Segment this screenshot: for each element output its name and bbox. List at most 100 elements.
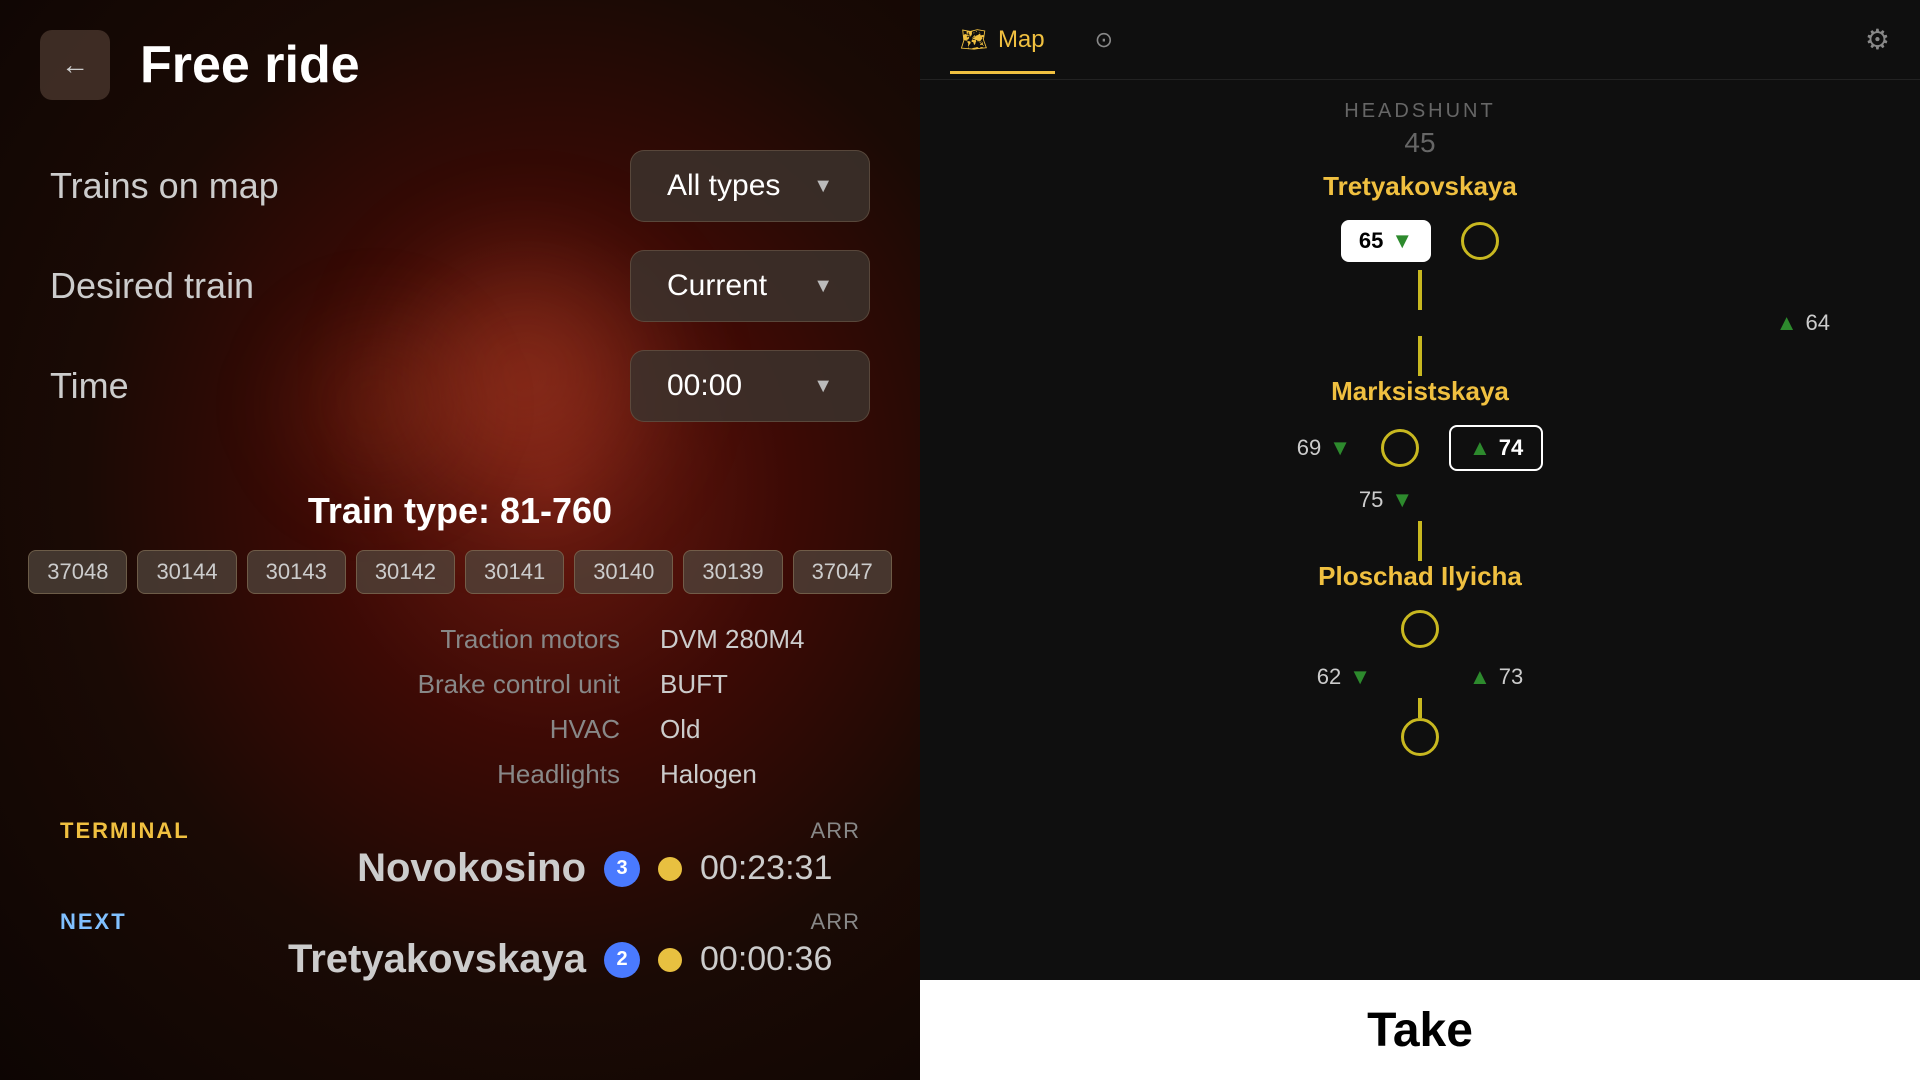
tretyakovskaya-trains-row: 65 ▼ (1341, 220, 1499, 262)
line-badge: 2 (604, 942, 640, 978)
line-segment-3 (1418, 521, 1422, 561)
left-panel: ← Free ride Trains on map All types ▼ De… (0, 0, 920, 1080)
marksistskaya-name: Marksistskaya (1331, 376, 1509, 407)
marksistskaya-trains-row-top: 69 ▼ ▲ 74 (1297, 425, 1544, 471)
spec-value: DVM 280M4 (660, 624, 840, 655)
train-type-label: Train type: 81-760 (0, 490, 920, 532)
station-marksistskaya: Marksistskaya 69 ▼ ▲ 74 75 ▼ (950, 376, 1890, 521)
train-badge-30140[interactable]: 30140 (574, 550, 673, 594)
trains-on-map-label: Trains on map (50, 165, 279, 207)
time-dropdown[interactable]: 00:00 ▼ (630, 350, 870, 422)
back-button[interactable]: ← (40, 30, 110, 100)
side-trains-64: ▲ 64 (950, 310, 1890, 336)
map-label: Map (998, 26, 1045, 54)
train-badge-30141[interactable]: 30141 (465, 550, 564, 594)
arr-time: 00:23:31 (700, 849, 860, 888)
take-button[interactable]: Take (920, 980, 1920, 1080)
train-badge-37048[interactable]: 37048 (28, 550, 127, 594)
take-button-text: Take (1367, 1003, 1473, 1058)
train-65-badge[interactable]: 65 ▼ (1341, 220, 1431, 262)
desired-train-label: Desired train (50, 265, 254, 307)
search-icon: ⊙ (1095, 27, 1113, 53)
desired-train-dropdown[interactable]: Current ▼ (630, 250, 870, 322)
schedule-type-row: NEXT ARR (60, 909, 860, 935)
ploschad-side-trains: 62 ▼ ▲ 73 (1317, 664, 1524, 690)
spec-row: HVAC Old (80, 714, 840, 745)
trains-on-map-row: Trains on map All types ▼ (50, 150, 870, 222)
trains-on-map-dropdown[interactable]: All types ▼ (630, 150, 870, 222)
line-segment-4 (1418, 698, 1422, 718)
station-name: Tretyakovskaya (288, 937, 586, 982)
time-label: Time (50, 365, 129, 407)
schedule-item: NEXT ARR Tretyakovskaya 2 00:00:36 (60, 909, 860, 982)
spec-key: Traction motors (440, 624, 620, 655)
train-badge-30139[interactable]: 30139 (683, 550, 782, 594)
nav-search[interactable]: ⊙ (1085, 17, 1123, 63)
tretyakovskaya-name: Tretyakovskaya (1323, 171, 1517, 202)
station-ploschad-ilyicha: Ploschad Ilyicha 62 ▼ ▲ 73 (950, 561, 1890, 698)
up-arrow-73: ▲ (1469, 664, 1491, 690)
settings-area: Trains on map All types ▼ Desired train … (0, 130, 920, 470)
up-arrow-74: ▲ (1469, 435, 1491, 461)
spec-value: Halogen (660, 759, 840, 790)
schedule-type-label: TERMINAL (60, 818, 190, 844)
train-74-badge[interactable]: ▲ 74 (1449, 425, 1543, 471)
time-dropdown-arrow: ▼ (813, 375, 833, 398)
down-arrow-75: ▼ (1391, 487, 1413, 513)
train-badge-37047[interactable]: 37047 (793, 550, 892, 594)
nav-map[interactable]: 🗺 Map (950, 16, 1055, 64)
desired-dropdown-arrow: ▼ (813, 275, 833, 298)
train-badge-30142[interactable]: 30142 (356, 550, 455, 594)
train-badges: 3704830144301433014230141301403013937047 (0, 550, 920, 594)
schedule-station-row: Tretyakovskaya 2 00:00:36 (60, 937, 860, 982)
tretyakovskaya-circle (1461, 222, 1499, 260)
spec-key: HVAC (550, 714, 620, 745)
map-icon: 🗺 (960, 27, 988, 53)
schedule-type-row: TERMINAL ARR (60, 818, 860, 844)
train-62[interactable]: 62 ▼ (1317, 664, 1371, 690)
train-badge-30143[interactable]: 30143 (247, 550, 346, 594)
train-badge-30144[interactable]: 30144 (137, 550, 236, 594)
spec-key: Headlights (497, 759, 620, 790)
spec-key: Brake control unit (418, 669, 620, 700)
down-arrow-62: ▼ (1349, 664, 1371, 690)
dot-indicator (658, 948, 682, 972)
train-73[interactable]: ▲ 73 (1469, 664, 1523, 690)
spec-value: Old (660, 714, 840, 745)
line-badge: 3 (604, 851, 640, 887)
schedule-section: TERMINAL ARR Novokosino 3 00:23:31 NEXT … (0, 818, 920, 1000)
train-64[interactable]: ▲ 64 (1776, 310, 1830, 336)
bottom-station-circle (1401, 718, 1439, 756)
station-tretyakovskaya: Tretyakovskaya 65 ▼ (950, 171, 1890, 270)
marksistskaya-circle (1381, 429, 1419, 467)
down-arrow-65: ▼ (1391, 228, 1413, 254)
right-nav: 🗺 Map ⊙ ⚙ (920, 0, 1920, 80)
arr-label: ARR (811, 909, 860, 935)
ploschad-circle (1401, 610, 1439, 648)
metro-map: Tretyakovskaya 65 ▼ ▲ 64 (950, 171, 1890, 756)
spec-row: Traction motors DVM 280M4 (80, 624, 840, 655)
dot-indicator (658, 857, 682, 881)
tech-specs: Traction motors DVM 280M4 Brake control un… (0, 624, 920, 790)
schedule-station-row: Novokosino 3 00:23:31 (60, 846, 860, 891)
headshunt-num: 45 (950, 127, 1890, 159)
marksistskaya-trains-row-bottom: 75 ▼ (1359, 487, 1481, 513)
arr-time: 00:00:36 (700, 940, 860, 979)
up-arrow-64: ▲ (1776, 310, 1798, 336)
desired-train-row: Desired train Current ▼ (50, 250, 870, 322)
gear-icon[interactable]: ⚙ (1865, 23, 1890, 56)
schedule-type-label: NEXT (60, 909, 127, 935)
right-panel: 🗺 Map ⊙ ⚙ HEADSHUNT 45 Tretyakovskaya 65… (920, 0, 1920, 1080)
train-69[interactable]: 69 ▼ (1297, 435, 1351, 461)
train-75[interactable]: 75 ▼ (1359, 487, 1413, 513)
spec-value: BUFT (660, 669, 840, 700)
station-name: Novokosino (357, 846, 586, 891)
ploschad-trains-row (1371, 610, 1469, 648)
time-row: Time 00:00 ▼ (50, 350, 870, 422)
line-segment-1 (1418, 270, 1422, 310)
map-content: HEADSHUNT 45 Tretyakovskaya 65 ▼ (920, 80, 1920, 1080)
down-arrow-69: ▼ (1329, 435, 1351, 461)
page-title: Free ride (140, 35, 360, 95)
arr-label: ARR (811, 818, 860, 844)
schedule-item: TERMINAL ARR Novokosino 3 00:23:31 (60, 818, 860, 891)
